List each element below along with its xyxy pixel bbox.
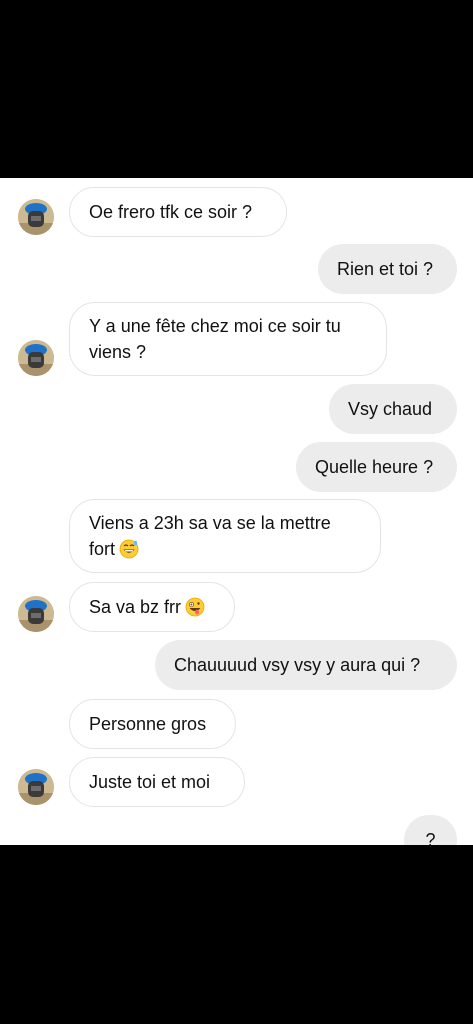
avatar-image <box>18 199 54 235</box>
message-bubble-incoming[interactable]: Sa va bz frr <box>69 582 235 632</box>
avatar-image <box>18 340 54 376</box>
message-text: Sa va bz frr <box>89 597 182 617</box>
message-text: Chauuuud vsy vsy y aura qui ? <box>174 655 421 675</box>
grinning-sweat-face-emoji-icon <box>119 539 139 559</box>
message-bubble-outgoing[interactable]: Quelle heure ? <box>296 442 457 492</box>
bottom-black-frame <box>0 845 473 1024</box>
message-text: Rien et toi ? <box>337 259 434 279</box>
message-text-line: viens ? <box>89 342 147 362</box>
zany-face-emoji-icon <box>185 597 205 617</box>
message-bubble-incoming[interactable]: Viens a 23h sa va se la mettre fort <box>69 499 381 573</box>
message-text-line: fort <box>89 536 139 562</box>
message-text-line: Y a une fête chez moi ce soir tu <box>89 316 341 336</box>
message-bubble-outgoing[interactable]: Vsy chaud <box>329 384 457 434</box>
message-bubble-outgoing[interactable]: Chauuuud vsy vsy y aura qui ? <box>155 640 457 690</box>
chat-thread[interactable]: Oe frero tfk ce soir ? Rien et toi ? Y a… <box>0 178 473 845</box>
message-bubble-outgoing[interactable]: ? <box>404 815 457 845</box>
contact-avatar[interactable] <box>18 199 54 235</box>
message-text: Oe frero tfk ce soir ? <box>89 202 253 222</box>
message-text-fragment: fort <box>89 539 116 559</box>
message-text: Vsy chaud <box>348 399 433 419</box>
contact-avatar[interactable] <box>18 340 54 376</box>
message-text: ? <box>425 830 436 845</box>
message-bubble-incoming[interactable]: Oe frero tfk ce soir ? <box>69 187 287 237</box>
message-text: Quelle heure ? <box>315 457 434 477</box>
message-text-line: Viens a 23h sa va se la mettre <box>89 513 331 533</box>
message-bubble-incoming[interactable]: Juste toi et moi <box>69 757 245 807</box>
avatar-image <box>18 596 54 632</box>
top-black-frame <box>0 0 473 178</box>
contact-avatar[interactable] <box>18 596 54 632</box>
message-bubble-incoming[interactable]: Personne gros <box>69 699 236 749</box>
message-bubble-incoming[interactable]: Y a une fête chez moi ce soir tu viens ? <box>69 302 387 376</box>
message-bubble-outgoing[interactable]: Rien et toi ? <box>318 244 457 294</box>
message-text: Juste toi et moi <box>89 772 211 792</box>
contact-avatar[interactable] <box>18 769 54 805</box>
message-text: Personne gros <box>89 714 207 734</box>
avatar-image <box>18 769 54 805</box>
